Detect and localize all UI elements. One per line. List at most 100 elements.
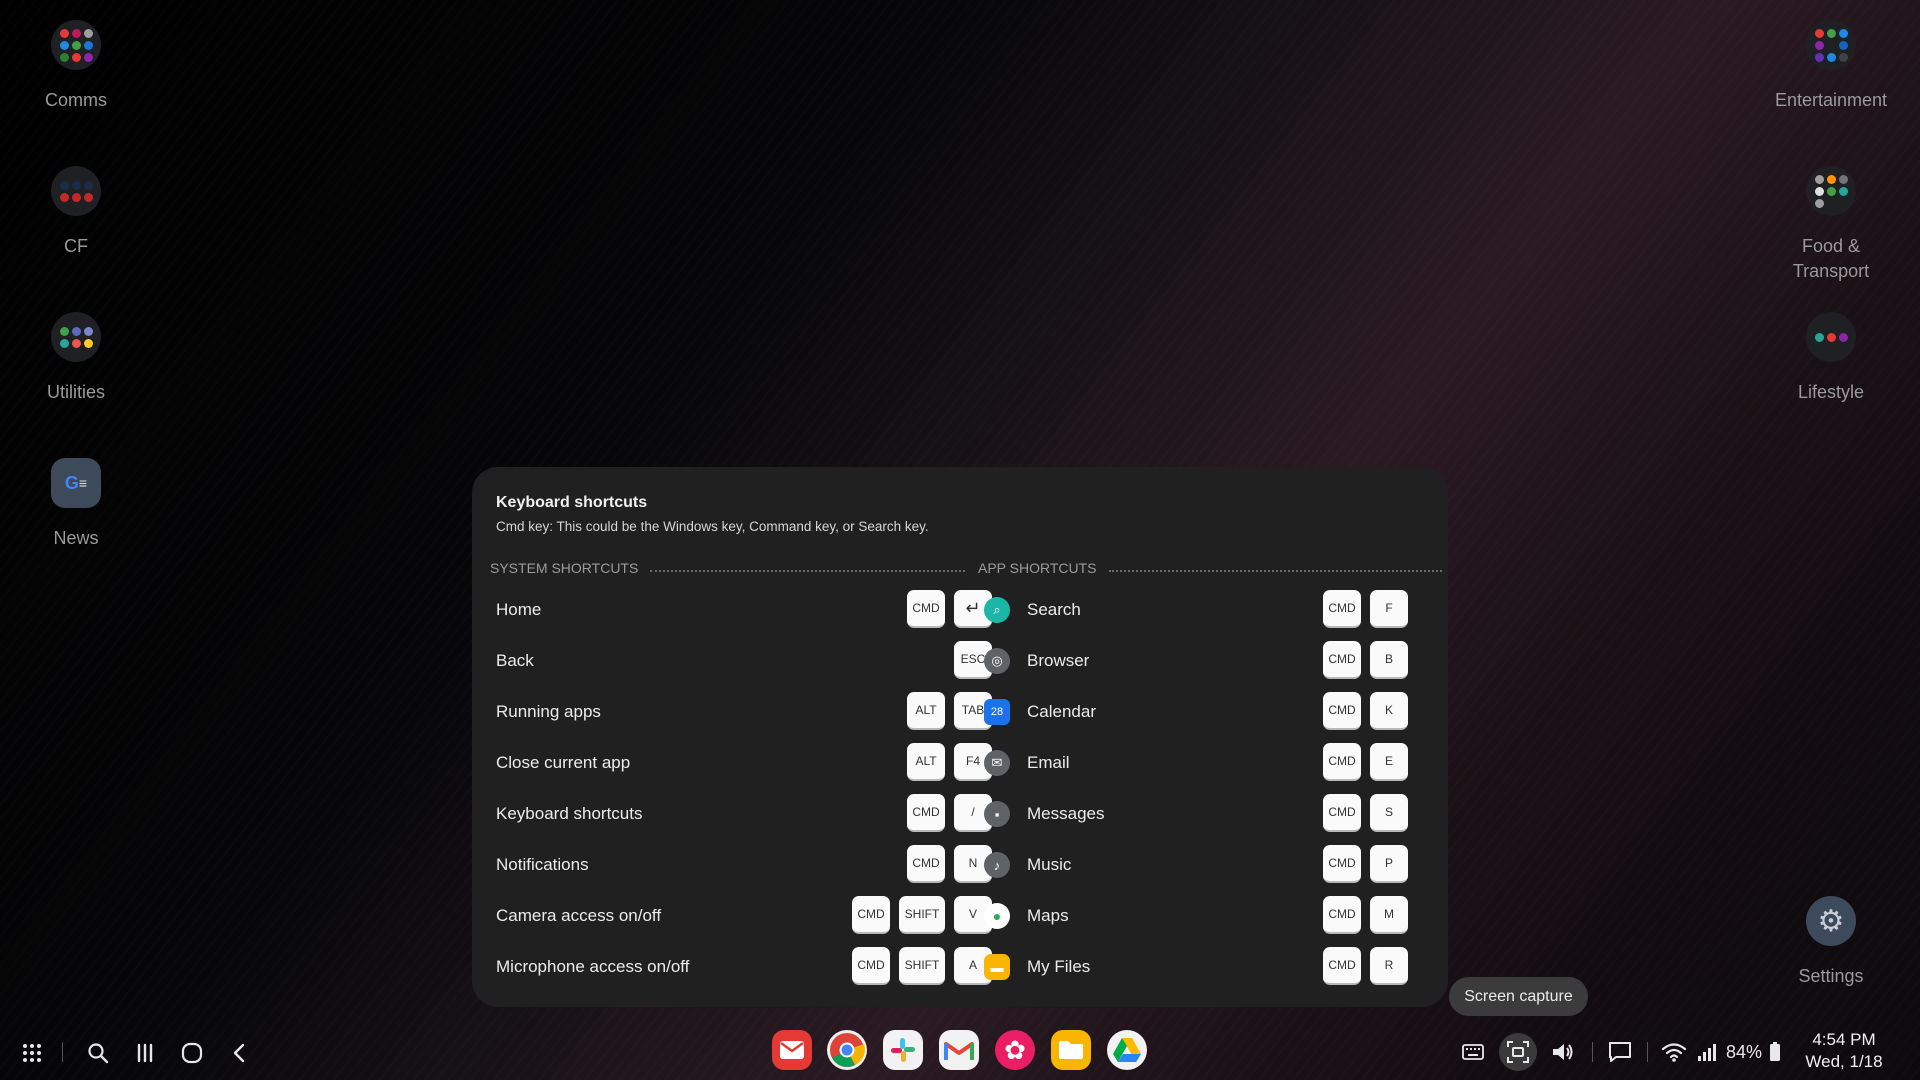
email-app-icon[interactable] xyxy=(772,1030,812,1070)
shortcut-row-app-calendar: 28 Calendar CMD K xyxy=(984,692,1408,732)
folder-label-line2: Transport xyxy=(1792,261,1870,281)
search-button[interactable] xyxy=(82,1037,114,1069)
recents-icon xyxy=(137,1043,153,1063)
key-cap: CMD xyxy=(852,896,890,934)
back-button[interactable] xyxy=(224,1037,256,1069)
shortcut-name: Maps xyxy=(1027,906,1069,925)
system-shortcuts-heading: SYSTEM SHORTCUTS xyxy=(490,560,639,576)
shortcut-row-app-search: ⌕ Search CMD F xyxy=(984,590,1408,630)
folder-icon: ▬ xyxy=(984,954,1010,980)
search-icon xyxy=(88,1043,109,1064)
shortcut-row-app-messages: ▪ Messages CMD S xyxy=(984,794,1408,834)
folder-lifestyle[interactable]: Lifestyle xyxy=(1756,312,1906,405)
gmail-icon[interactable] xyxy=(939,1030,979,1070)
shortcut-keys: CMD SHIFT A xyxy=(852,947,992,987)
key-cap: CMD xyxy=(1323,794,1361,832)
system-shortcuts-header: SYSTEM SHORTCUTS xyxy=(490,560,965,576)
shortcut-row-app-my-files: ▬ My Files CMD R xyxy=(984,947,1408,987)
app-settings[interactable]: ⚙ Settings xyxy=(1756,896,1906,989)
key-cap: CMD xyxy=(1323,896,1361,934)
apps-grid-button[interactable] xyxy=(16,1037,48,1069)
app-news[interactable]: G ≡ News xyxy=(1,458,151,551)
chrome-icon[interactable] xyxy=(827,1030,867,1070)
news-icon: G ≡ xyxy=(51,458,101,508)
volume-button[interactable] xyxy=(1551,1040,1575,1064)
shortcut-name: My Files xyxy=(1027,957,1091,976)
key-cap: CMD xyxy=(1323,692,1361,730)
divider xyxy=(1592,1042,1593,1062)
key-cap: B xyxy=(1370,641,1408,679)
panel-subtitle: Cmd key: This could be the Windows key, … xyxy=(496,519,929,534)
clock[interactable]: 4:54 PM Wed, 1/18 xyxy=(1794,1029,1894,1073)
folder-icon xyxy=(1806,20,1856,70)
key-cap: E xyxy=(1370,743,1408,781)
divider xyxy=(62,1042,63,1062)
shortcut-name: Keyboard shortcuts xyxy=(496,804,643,823)
clock-time: 4:54 PM xyxy=(1812,1030,1876,1049)
shortcut-keys: CMD M xyxy=(1323,896,1408,936)
folder-label: CF xyxy=(64,236,88,256)
app-label: News xyxy=(53,528,99,548)
folder-icon xyxy=(51,166,101,216)
my-files-icon[interactable] xyxy=(1051,1030,1091,1070)
folder-label: Food & Transport xyxy=(1756,234,1906,284)
key-cap: CMD xyxy=(852,947,890,985)
app-shortcuts-heading: APP SHORTCUTS xyxy=(978,560,1097,576)
key-cap: CMD xyxy=(907,845,945,883)
recent-apps-button[interactable] xyxy=(129,1037,161,1069)
notifications-button[interactable] xyxy=(1608,1040,1632,1064)
shortcut-row-app-music: ♪ Music CMD P xyxy=(984,845,1408,885)
slack-icon[interactable] xyxy=(883,1030,923,1070)
shortcut-keys: ALT TAB xyxy=(907,692,992,732)
folder-icon xyxy=(1806,312,1856,362)
panel-title: Keyboard shortcuts xyxy=(496,494,648,511)
gallery-flower-icon[interactable]: ✿ xyxy=(995,1030,1035,1070)
folder-entertainment[interactable]: Entertainment xyxy=(1756,20,1906,113)
key-cap: R xyxy=(1370,947,1408,985)
shortcut-keys: CMD B xyxy=(1323,641,1408,681)
key-cap: CMD xyxy=(1323,845,1361,883)
folder-cf[interactable]: CF xyxy=(1,166,151,259)
key-cap: SHIFT xyxy=(899,896,945,934)
key-cap: CMD xyxy=(1323,947,1361,985)
divider xyxy=(650,570,965,572)
shortcut-keys: ALT F4 xyxy=(907,743,992,783)
shortcut-name: Back xyxy=(496,651,534,670)
key-cap: SHIFT xyxy=(899,947,945,985)
folder-icon xyxy=(1806,166,1856,216)
gear-icon: ⚙ xyxy=(1806,896,1856,946)
drive-icon[interactable] xyxy=(1107,1030,1147,1070)
folder-icon xyxy=(51,312,101,362)
battery-percent: 84% xyxy=(1726,1041,1763,1062)
folder-label: Comms xyxy=(45,90,107,110)
folder-label: Entertainment xyxy=(1774,90,1888,110)
signal-bars-icon xyxy=(1698,1044,1716,1061)
globe-icon: ◎ xyxy=(984,648,1010,674)
shortcut-keys: CMD F xyxy=(1323,590,1408,630)
key-cap: ALT xyxy=(907,692,945,730)
clock-date: Wed, 1/18 xyxy=(1805,1052,1883,1071)
shortcut-row-app-browser: ◎ Browser CMD B xyxy=(984,641,1408,681)
folder-utilities[interactable]: Utilities xyxy=(1,312,151,405)
keyboard-button[interactable] xyxy=(1462,1040,1484,1064)
drive-logo-icon xyxy=(1113,1038,1141,1062)
folder-label-line1: Food & xyxy=(1801,236,1861,256)
envelope-icon xyxy=(780,1041,804,1059)
home-button[interactable] xyxy=(176,1037,208,1069)
folder-comms[interactable]: Comms xyxy=(1,20,151,113)
message-icon: ▪ xyxy=(984,801,1010,827)
folder-food-transport[interactable]: Food & Transport xyxy=(1756,166,1906,284)
screen-capture-button[interactable] xyxy=(1499,1033,1537,1071)
slack-logo-icon xyxy=(891,1038,915,1062)
key-cap: CMD xyxy=(907,590,945,628)
shortcut-row-app-maps: ● Maps CMD M xyxy=(984,896,1408,936)
maps-pin-icon: ● xyxy=(984,903,1010,929)
wifi-icon xyxy=(1661,1043,1687,1062)
keyboard-icon xyxy=(1462,1044,1484,1060)
shortcut-name: Search xyxy=(1027,600,1081,619)
music-icon: ♪ xyxy=(984,852,1010,878)
wifi-status[interactable] xyxy=(1661,1040,1687,1064)
flower-icon: ✿ xyxy=(1004,1035,1026,1065)
app-shortcuts-header: APP SHORTCUTS xyxy=(978,560,1442,576)
shortcut-keys: CMD R xyxy=(1323,947,1408,987)
